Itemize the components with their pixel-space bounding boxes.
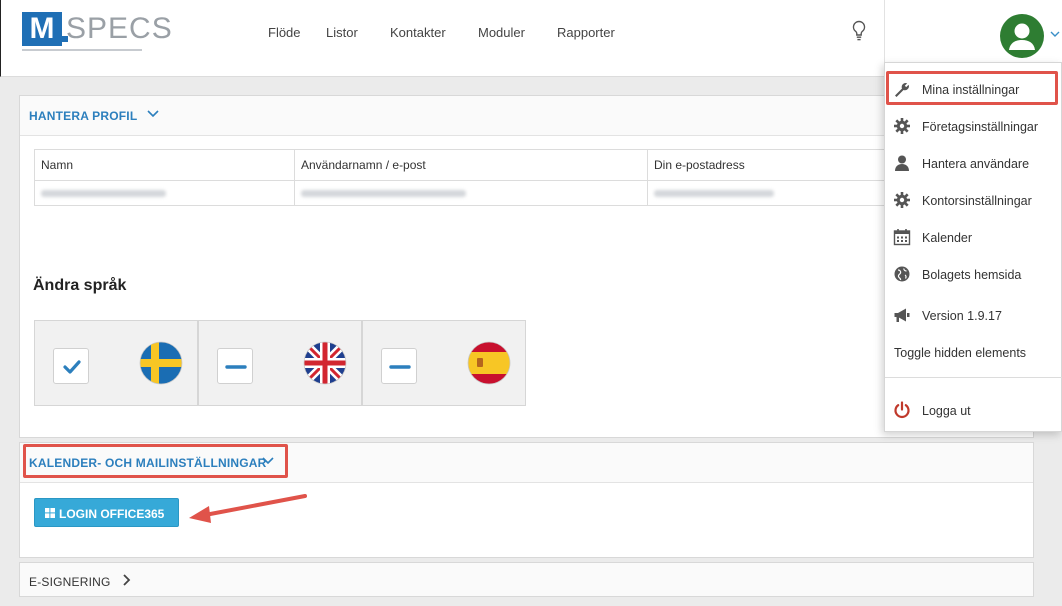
- blurred-email-cell: [647, 180, 888, 206]
- avatar-chevron-down-icon[interactable]: [1050, 30, 1060, 38]
- language-option-swedish[interactable]: [34, 320, 198, 406]
- menu-item-version[interactable]: Version 1.9.17: [885, 300, 1062, 330]
- calendar-mail-panel: KALENDER- OCH MAILINSTÄLLNINGAR LOGIN OF…: [19, 442, 1034, 558]
- chevron-down-icon[interactable]: [147, 108, 159, 120]
- blurred-name-cell: [34, 180, 295, 206]
- login-office365-button[interactable]: LOGIN OFFICE365: [34, 498, 179, 527]
- menu-item-kalender[interactable]: Kalender: [885, 222, 1062, 252]
- menu-item-label: Version 1.9.17: [922, 309, 1002, 323]
- table-header-row: Namn Användarnamn / e-post Din e-postadr…: [34, 149, 888, 181]
- language-option-english[interactable]: [198, 320, 362, 406]
- menu-item-foretagsinstallningar[interactable]: Företagsinställningar: [885, 111, 1062, 141]
- chevron-right-icon[interactable]: [121, 574, 131, 586]
- column-header-username: Användarnamn / e-post: [294, 149, 648, 181]
- user-avatar[interactable]: [1000, 14, 1044, 58]
- gear-icon: [894, 118, 910, 134]
- menu-item-label: Hantera användare: [922, 157, 1030, 171]
- gear-icon: [894, 192, 910, 208]
- minus-icon: [389, 365, 411, 369]
- checkmark-icon: [63, 360, 81, 374]
- uk-flag-icon: [303, 341, 347, 385]
- mspecs-logo[interactable]: M SPECS: [22, 12, 172, 52]
- user-dropdown-menu: Mina inställningar Företagsinställningar…: [884, 62, 1062, 432]
- menu-item-logga-ut[interactable]: Logga ut: [885, 395, 1062, 425]
- nav-item-rapporter[interactable]: Rapporter: [557, 25, 615, 40]
- menu-item-label: Kalender: [922, 231, 973, 245]
- windows-logo-icon: [45, 508, 55, 518]
- menu-item-mina-installningar[interactable]: Mina inställningar: [885, 74, 1062, 104]
- profile-panel: HANTERA PROFIL Namn Användarnamn / e-pos…: [19, 95, 1034, 438]
- minus-icon: [225, 365, 247, 369]
- chevron-down-icon[interactable]: [262, 455, 274, 467]
- language-selected-checkbox[interactable]: [53, 348, 89, 384]
- column-header-email: Din e-postadress: [647, 149, 888, 181]
- menu-item-label: Företagsinställningar: [922, 120, 1039, 134]
- annotation-arrow-icon: [189, 494, 307, 523]
- profile-panel-header[interactable]: HANTERA PROFIL: [20, 96, 1033, 136]
- nav-item-listor[interactable]: Listor: [326, 25, 358, 40]
- logo-tagline: [22, 49, 142, 51]
- nav-item-moduler[interactable]: Moduler: [478, 25, 525, 40]
- menu-item-hantera-anvandare[interactable]: Hantera användare: [885, 148, 1062, 178]
- globe-icon: [894, 266, 910, 282]
- menu-item-label: Kontorsinställningar: [922, 194, 1032, 208]
- megaphone-icon: [894, 308, 910, 322]
- lightbulb-icon[interactable]: [851, 20, 867, 42]
- profile-table: Namn Användarnamn / e-post Din e-postadr…: [34, 149, 888, 206]
- language-section-title: Ändra språk: [33, 277, 127, 294]
- user-silhouette-icon: [1009, 23, 1035, 50]
- header-divider: [884, 0, 885, 62]
- menu-item-kontorsinstallningar[interactable]: Kontorsinställningar: [885, 185, 1062, 215]
- spain-flag-icon: [467, 341, 511, 385]
- menu-item-toggle-hidden-elements[interactable]: Toggle hidden elements: [885, 337, 1062, 367]
- menu-item-bolagets-hemsida[interactable]: Bolagets hemsida: [885, 259, 1062, 289]
- blurred-username-cell: [294, 180, 648, 206]
- menu-item-label: Mina inställningar: [922, 83, 1020, 97]
- profile-panel-title: HANTERA PROFIL: [29, 109, 138, 123]
- user-icon: [895, 155, 909, 171]
- calendar-mail-panel-header[interactable]: KALENDER- OCH MAILINSTÄLLNINGAR: [20, 443, 1033, 483]
- esign-panel-header[interactable]: E-SIGNERING: [19, 562, 1034, 597]
- sweden-flag-icon: [139, 341, 183, 385]
- table-row: [34, 180, 888, 206]
- nav-item-kontakter[interactable]: Kontakter: [390, 25, 446, 40]
- menu-item-label: Logga ut: [922, 404, 971, 418]
- wrench-icon: [895, 83, 909, 97]
- logo-word: SPECS: [66, 12, 173, 45]
- power-icon: [894, 401, 910, 419]
- menu-item-label: Bolagets hemsida: [922, 268, 1022, 282]
- language-unselected-toggle[interactable]: [217, 348, 253, 384]
- esign-panel-title: E-SIGNERING: [29, 575, 111, 589]
- column-header-name: Namn: [34, 149, 295, 181]
- menu-item-label: Toggle hidden elements: [894, 346, 1027, 360]
- nav-item-flode[interactable]: Flöde: [268, 25, 301, 40]
- calendar-icon: [893, 229, 911, 246]
- login-office365-label: LOGIN OFFICE365: [59, 507, 165, 521]
- language-option-spanish[interactable]: [362, 320, 526, 406]
- language-unselected-toggle[interactable]: [381, 348, 417, 384]
- calendar-mail-panel-title: KALENDER- OCH MAILINSTÄLLNINGAR: [29, 456, 267, 470]
- logo-letter: M: [22, 12, 62, 46]
- menu-divider: [885, 377, 1062, 378]
